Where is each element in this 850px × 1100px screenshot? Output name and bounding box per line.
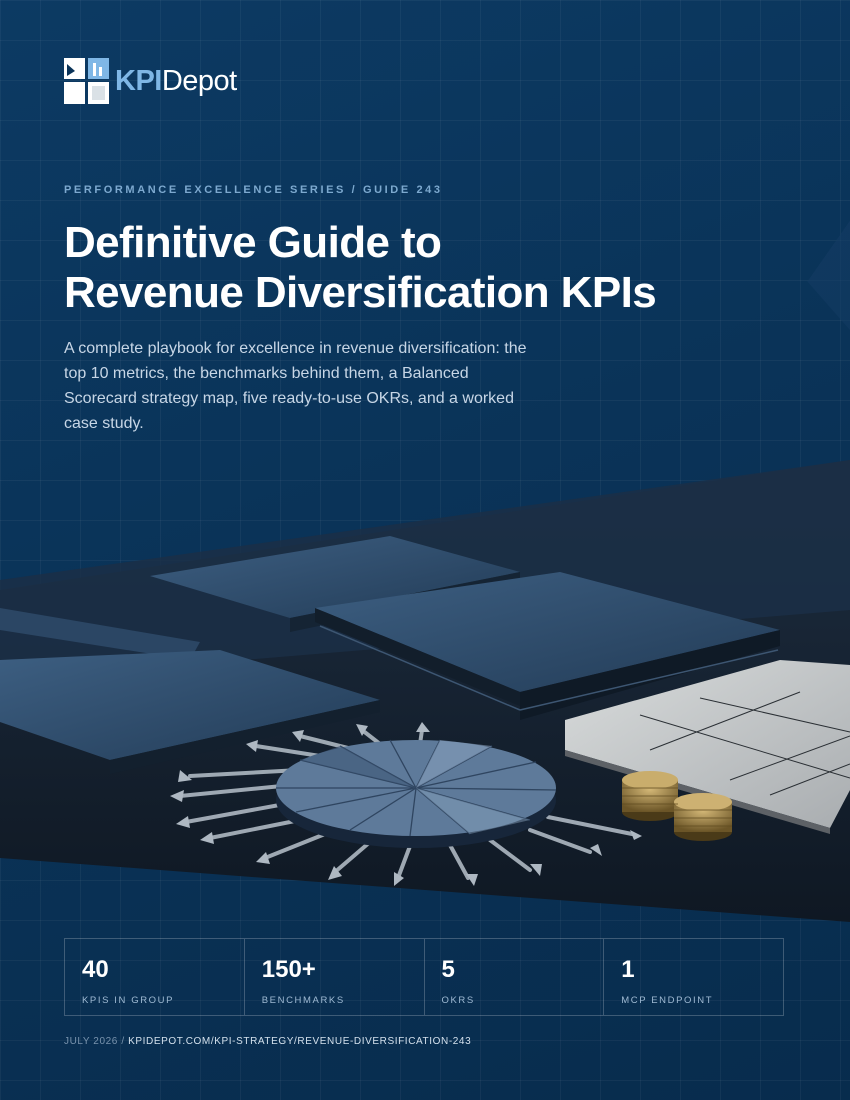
brand-name: KPIDepot (115, 64, 237, 97)
stat-label: OKRS (441, 995, 475, 1006)
stat-kpis: 40 KPIS IN GROUP (65, 939, 245, 1015)
stat-okrs: 5 OKRS (425, 939, 605, 1015)
stat-mcp-endpoint: 1 MCP ENDPOINT (604, 939, 783, 1015)
kpidepot-logo-icon (64, 58, 109, 104)
stat-value: 150+ (261, 956, 316, 983)
stat-benchmarks: 150+ BENCHMARKS (245, 939, 425, 1015)
page-title: Definitive Guide to Revenue Diversificat… (64, 218, 784, 318)
stat-value: 1 (621, 956, 635, 983)
stat-label: KPIS IN GROUP (82, 995, 175, 1006)
footer-url-link[interactable]: KPIDEPOT.COM/KPI-STRATEGY/REVENUE-DIVERS… (128, 1036, 471, 1047)
stat-value: 5 (441, 956, 455, 983)
brand-name-depot: Depot (161, 64, 237, 97)
title-line-1: Definitive Guide to (64, 218, 442, 267)
stat-label: BENCHMARKS (261, 995, 345, 1006)
brand-logo[interactable]: KPIDepot (64, 58, 237, 104)
stat-value: 40 (82, 956, 109, 983)
title-line-2: Revenue Diversification KPIs (64, 268, 657, 317)
footer-date: JULY 2026 / (64, 1036, 129, 1047)
cover-page: KPIDepot PERFORMANCE EXCELLENCE SERIES /… (0, 0, 850, 1100)
stats-panel: 40 KPIS IN GROUP 150+ BENCHMARKS 5 OKRS … (64, 938, 784, 1016)
brand-name-kpi: KPI (115, 64, 162, 97)
footer: JULY 2026 / KPIDEPOT.COM/KPI-STRATEGY/RE… (64, 1036, 471, 1047)
cover-subtitle: A complete playbook for excellence in re… (64, 340, 527, 432)
stat-label: MCP ENDPOINT (621, 995, 714, 1006)
series-label: PERFORMANCE EXCELLENCE SERIES / GUIDE 24… (64, 184, 443, 196)
desk-pie-chart-illustration (0, 460, 850, 922)
